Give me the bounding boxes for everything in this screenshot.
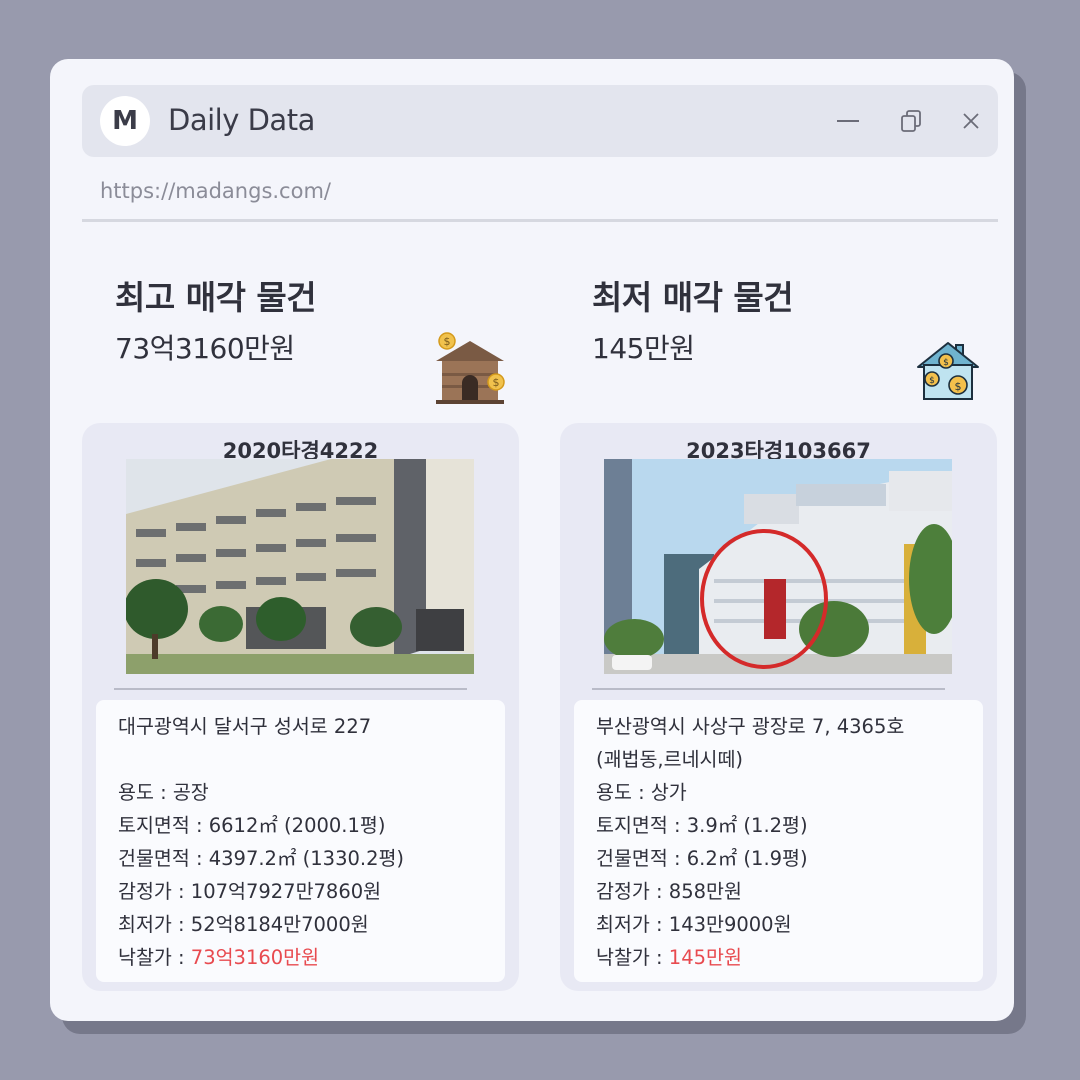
highest-price: 73억3160만원 xyxy=(115,332,295,365)
address-line-1: 부산광역시 사상구 광장로 7, 4365호 xyxy=(596,715,905,738)
minimum-price: 최저가 : 143만9000원 xyxy=(596,913,792,936)
svg-text:$: $ xyxy=(943,358,949,368)
lowest-price: 145만원 xyxy=(592,332,695,365)
winning-bid-label: 낙찰가 : xyxy=(596,946,669,969)
land-area: 토지면적 : 6612㎡ (2000.1평) xyxy=(118,814,386,837)
minimize-button[interactable] xyxy=(830,103,866,139)
property-photo xyxy=(126,459,474,674)
minimize-icon xyxy=(837,120,859,122)
winning-bid-value: 145만원 xyxy=(668,946,742,969)
app-title: Daily Data xyxy=(168,103,315,137)
lowest-property-card[interactable]: 2023타경103667 부산광역시 사상구 광장로 7, 4365호 (괘법동… xyxy=(560,423,997,991)
winning-bid-label: 낙찰가 : xyxy=(118,946,191,969)
highest-heading: 최고 매각 물건 xyxy=(115,278,317,317)
address-line-2: (괘법동,르네시떼) xyxy=(596,748,743,771)
minimum-price: 최저가 : 52억8184만7000원 xyxy=(118,913,369,936)
svg-text:$: $ xyxy=(493,376,500,389)
usage: 용도 : 상가 xyxy=(596,781,687,804)
winning-bid: 낙찰가 : 145만원 xyxy=(596,941,961,974)
property-photo xyxy=(604,459,952,674)
appraisal-price: 감정가 : 107억7927만7860원 xyxy=(118,880,382,903)
lowest-heading: 최저 매각 물건 xyxy=(592,278,794,317)
card-divider xyxy=(592,688,945,690)
appraisal-price: 감정가 : 858만원 xyxy=(596,880,742,903)
winning-bid-value: 73억3160만원 xyxy=(190,946,320,969)
header-divider xyxy=(82,219,998,222)
highest-property-card[interactable]: 2020타경4222 대구광역시 달서구 성서로 227 용도: 공장 토지면… xyxy=(82,423,519,991)
card-divider xyxy=(114,688,467,690)
close-icon xyxy=(963,113,979,129)
copy-windows-icon xyxy=(901,110,921,132)
title-bar[interactable]: M Daily Data xyxy=(82,85,998,157)
land-area: 토지면적 : 3.9㎡ (1.2평) xyxy=(596,814,808,837)
app-window: M Daily Data https://madangs.com/ 최고 매각 … xyxy=(50,59,1014,1021)
property-details: 부산광역시 사상구 광장로 7, 4365호 (괘법동,르네시떼) 용도 : 상… xyxy=(574,700,983,982)
svg-text:$: $ xyxy=(955,380,962,393)
building-area: 건물면적 : 6.2㎡ (1.9평) xyxy=(596,847,808,870)
property-details: 대구광역시 달서구 성서로 227 용도 : 공장 토지면적 : 6612㎡ (… xyxy=(96,700,505,982)
svg-text:$: $ xyxy=(929,376,935,386)
url-text[interactable]: https://madangs.com/ xyxy=(100,179,331,203)
usage: 용도 : 공장 xyxy=(118,781,209,804)
close-button[interactable] xyxy=(953,103,989,139)
house-money-icon: $ $ xyxy=(432,331,508,411)
winning-bid: 낙찰가 : 73억3160만원 xyxy=(118,941,483,974)
app-avatar: M xyxy=(100,96,150,146)
building-area: 건물면적 : 4397.2㎡ (1330.2평) xyxy=(118,847,405,870)
address: 대구광역시 달서구 성서로 227 xyxy=(118,715,372,738)
svg-text:$: $ xyxy=(444,335,451,348)
house-coins-icon: $ $ $ xyxy=(916,339,980,407)
copy-button[interactable] xyxy=(893,103,929,139)
